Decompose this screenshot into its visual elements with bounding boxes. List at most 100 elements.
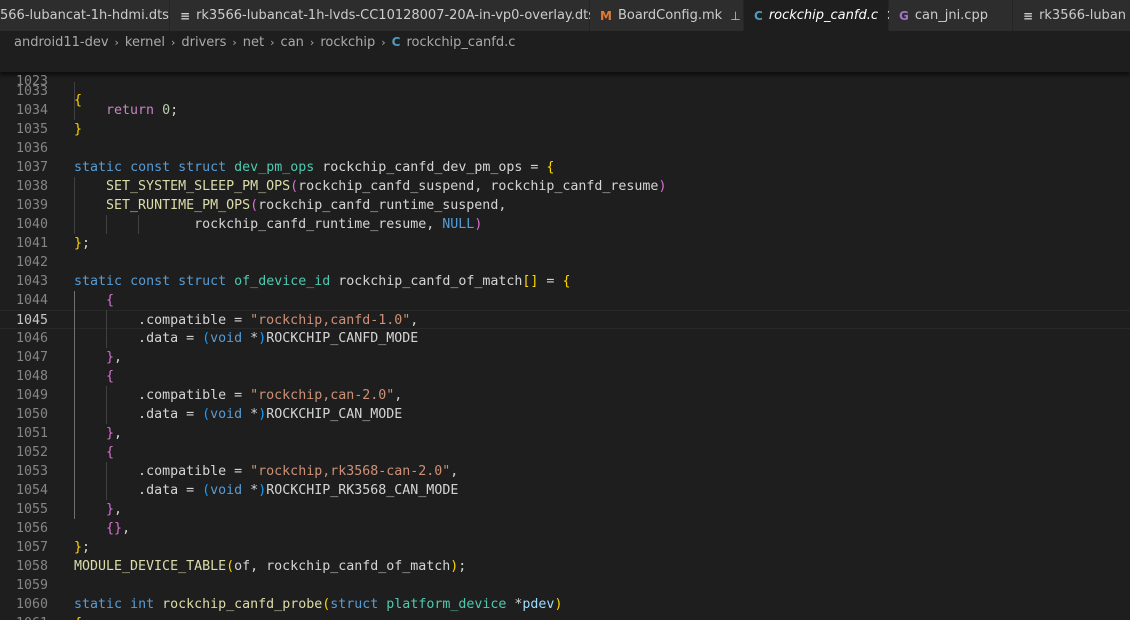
code-line[interactable]: 1037 static const struct dev_pm_ops rockc… (0, 158, 1130, 177)
breadcrumb-item[interactable]: android11-dev (14, 35, 109, 50)
tab-label: rockchip_canfd.c (768, 8, 878, 23)
tab-label: can_jni.cpp (914, 8, 988, 23)
code-line[interactable]: 1036 (0, 139, 1130, 158)
indent-guide (105, 310, 107, 348)
code-text: static const struct of_device_id rockchi… (74, 274, 571, 289)
breadcrumb-item[interactable]: drivers (181, 35, 226, 50)
code-line[interactable]: 1035} (0, 120, 1130, 139)
code-line[interactable]: 1046 .data = (void *)ROCKCHIP_CANFD_MODE (0, 329, 1130, 348)
breadcrumb-item[interactable]: rockchip (320, 35, 375, 50)
line-number: 1043 (15, 274, 48, 289)
code-text: { (106, 293, 115, 308)
code-text: }, (106, 502, 123, 517)
code-text: .compatible = "rockchip,canfd-1.0", (74, 313, 419, 328)
file-lines-icon: ≡ (180, 8, 191, 23)
code-line[interactable]: 1045 .compatible = "rockchip,canfd-1.0", (0, 310, 1130, 329)
code-line[interactable]: 1052 { (0, 443, 1130, 462)
code-editor[interactable]: 1023 { 10331034 return 0;1035} 1036 1037 st… (0, 53, 1130, 620)
code-line[interactable]: 1055 }, (0, 500, 1130, 519)
tab-can-jni-cpp[interactable]: G can_jni.cpp (889, 0, 1013, 31)
file-lines-icon: ≡ (1023, 8, 1034, 23)
breadcrumb-item[interactable]: kernel (125, 35, 165, 50)
pin-icon[interactable]: ⊥ (730, 9, 740, 23)
breadcrumb: android11-dev › kernel › drivers › net ›… (0, 31, 1130, 53)
code-text: } (74, 122, 83, 137)
tab-label: rk3566-luban (1039, 8, 1127, 23)
code-line[interactable]: 1033 (0, 82, 1130, 101)
indent-guide (74, 291, 75, 519)
code-line[interactable]: 1041}; (0, 234, 1130, 253)
line-number: 1059 (15, 578, 48, 593)
sticky-scroll-line[interactable]: 1023 { (0, 53, 1130, 108)
line-number: 1037 (15, 160, 48, 175)
code-line[interactable]: 1054 .data = (void *)ROCKCHIP_RK3568_CAN… (0, 481, 1130, 500)
code-line[interactable]: 1053 .compatible = "rockchip,rk3568-can-… (0, 462, 1130, 481)
line-number: 1057 (15, 540, 48, 555)
code-line[interactable]: 1044 { (0, 291, 1130, 310)
code-text: }, (106, 426, 123, 441)
code-line[interactable]: 1058 MODULE_DEVICE_TABLE(of, rockchip_can… (0, 557, 1130, 576)
code-text: .data = (void *)ROCKCHIP_CANFD_MODE (74, 331, 419, 346)
tab-lubancat-hdmi-dts[interactable]: 566-lubancat-1h-hdmi.dts ⊥ (0, 0, 187, 31)
code-text: .compatible = "rockchip,can-2.0", (74, 388, 403, 403)
line-number: 1041 (15, 236, 48, 251)
code-line[interactable]: 1034 return 0; (0, 101, 1130, 120)
code-text: .compatible = "rockchip,rk3568-can-2.0", (74, 464, 459, 479)
code-line[interactable]: 1051 }, (0, 424, 1130, 443)
code-text: .data = (void *)ROCKCHIP_RK3568_CAN_MODE (74, 483, 459, 498)
code-line[interactable]: 1059 (0, 576, 1130, 595)
tab-rk3566-luban[interactable]: ≡ rk3566-luban (1013, 0, 1130, 31)
line-number: 1038 (15, 179, 48, 194)
code-line[interactable]: 1050 .data = (void *)ROCKCHIP_CAN_MODE (0, 405, 1130, 424)
line-number: 1058 (15, 559, 48, 574)
code-line[interactable]: 1040 rockchip_canfd_runtime_resume, NULL… (0, 215, 1130, 234)
tab-label: 566-lubancat-1h-hdmi.dts (0, 8, 169, 23)
line-number: 1039 (15, 198, 48, 213)
cpp-file-icon: G (899, 8, 909, 23)
tab-lvds-overlay-dtsi[interactable]: ≡ rk3566-lubancat-1h-lvds-CC10128007-20A… (170, 0, 617, 31)
chevron-right-icon: › (170, 35, 176, 49)
code-line[interactable]: 1038 SET_SYSTEM_SLEEP_PM_OPS(rockchip_ca… (0, 177, 1130, 196)
code-text: { (106, 445, 115, 460)
line-number: 1055 (15, 502, 48, 517)
tab-label: rk3566-lubancat-1h-lvds-CC10128007-20A-i… (196, 8, 599, 23)
line-number: 1054 (15, 483, 48, 498)
code-line[interactable]: 1043 static const struct of_device_id roc… (0, 272, 1130, 291)
chevron-right-icon: › (232, 35, 237, 49)
code-line[interactable]: 1049 .compatible = "rockchip,can-2.0", (0, 386, 1130, 405)
breadcrumb-file[interactable]: rockchip_canfd.c (406, 35, 515, 50)
tab-rockchip-canfd-c[interactable]: C rockchip_canfd.c ✕ (744, 0, 898, 31)
line-number: 1060 (15, 597, 48, 612)
line-number: 1053 (15, 464, 48, 479)
code-text: { (74, 91, 82, 110)
line-number: 1045 (15, 313, 48, 328)
code-line[interactable]: 1061 { (0, 614, 1130, 620)
line-number: 1042 (15, 255, 48, 270)
code-line[interactable]: 1039 SET_RUNTIME_PM_OPS(rockchip_canfd_r… (0, 196, 1130, 215)
code-text: SET_SYSTEM_SLEEP_PM_OPS(rockchip_canfd_s… (106, 179, 667, 194)
breadcrumb-item[interactable]: can (281, 35, 304, 50)
tab-boardconfig-mk[interactable]: M BoardConfig.mk ⊥ (590, 0, 744, 31)
line-number: 1048 (15, 369, 48, 384)
code-line[interactable]: 1042 (0, 253, 1130, 272)
code-line[interactable]: 1048 { (0, 367, 1130, 386)
code-text: }, (106, 350, 123, 365)
line-number: 1047 (15, 350, 48, 365)
c-file-icon: C (754, 8, 763, 23)
breadcrumb-item[interactable]: net (243, 35, 264, 50)
indent-guide (105, 215, 107, 234)
code-text: { (74, 614, 82, 620)
c-file-icon: C (391, 35, 401, 49)
indent-guide (137, 215, 139, 234)
code-line[interactable]: 1056 {}, (0, 519, 1130, 538)
code-text: static int rockchip_canfd_probe(struct p… (74, 597, 563, 612)
code-text: }; (74, 236, 91, 251)
code-text: MODULE_DEVICE_TABLE(of, rockchip_canfd_o… (74, 559, 467, 574)
chevron-right-icon: › (270, 35, 275, 49)
code-text: {}, (106, 521, 131, 536)
indent-guide (74, 177, 75, 234)
line-number: 1023 (15, 74, 48, 89)
code-line[interactable]: 1047 }, (0, 348, 1130, 367)
code-line[interactable]: 1060 static int rockchip_canfd_probe(stru… (0, 595, 1130, 614)
code-line[interactable]: 1057}; (0, 538, 1130, 557)
